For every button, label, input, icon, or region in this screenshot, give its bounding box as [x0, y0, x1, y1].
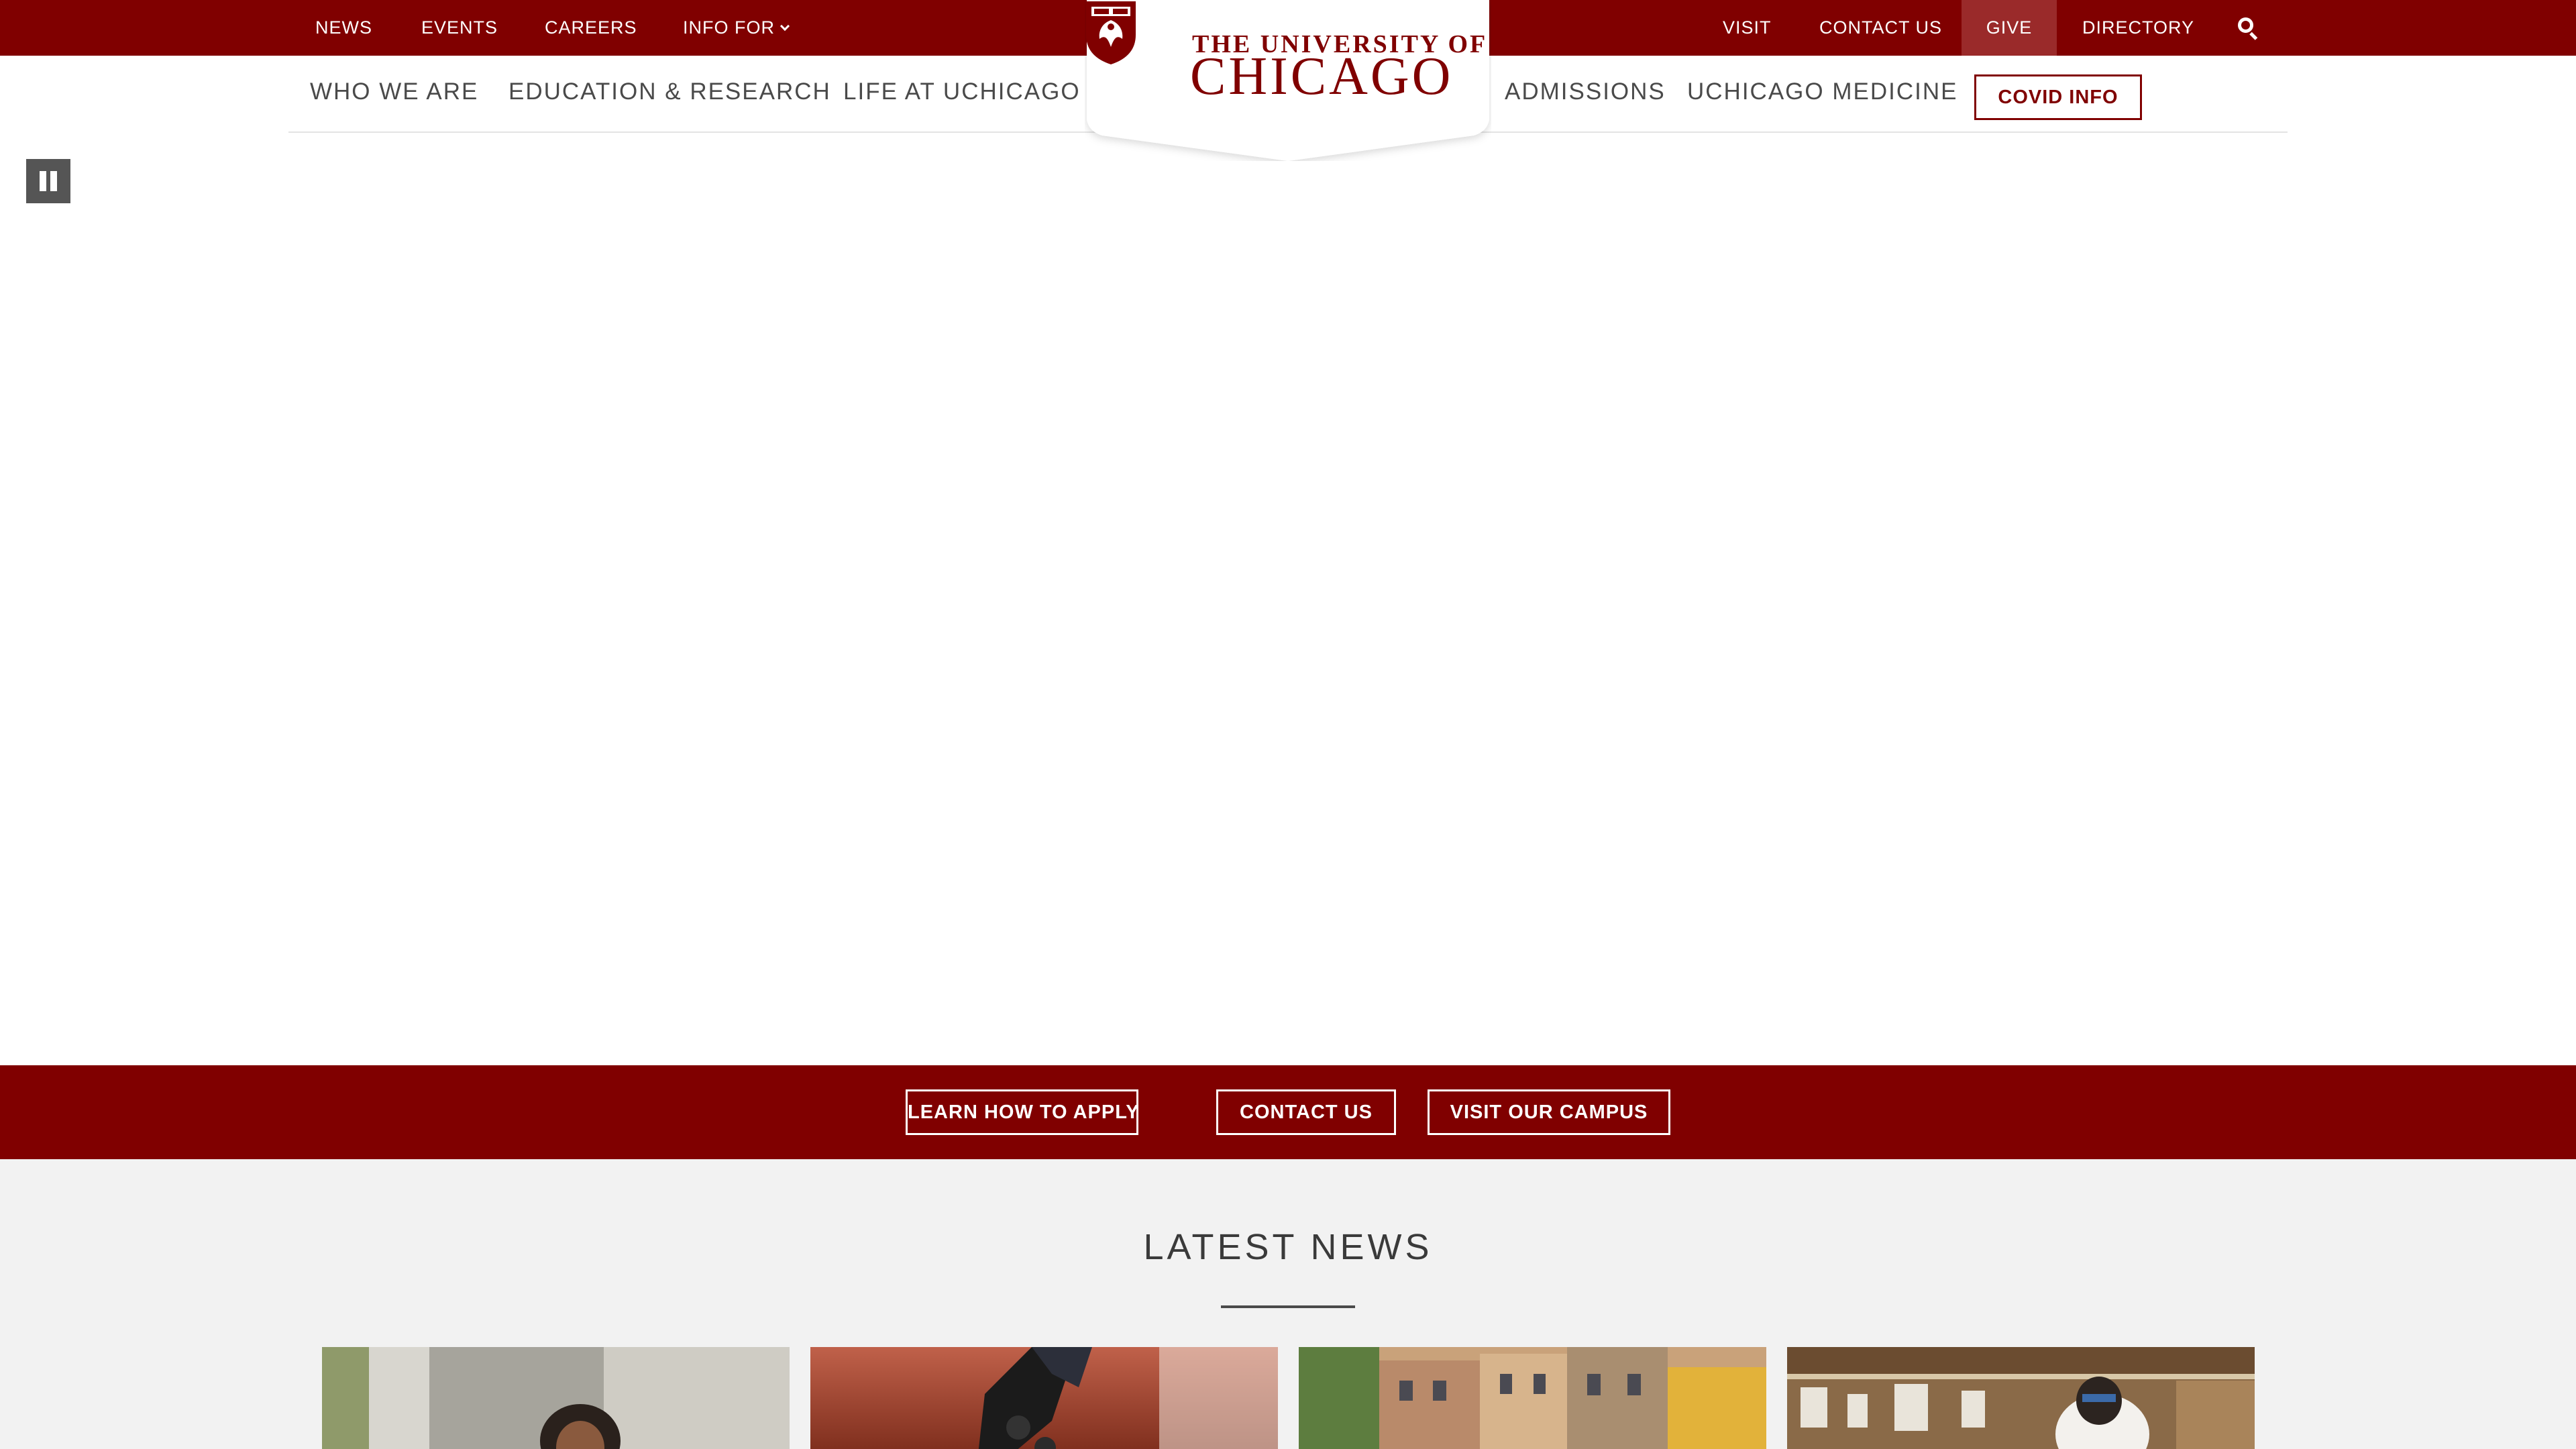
covid-info-button[interactable]: COVID INFO: [1974, 74, 2142, 120]
nav-who-we-are[interactable]: WHO WE ARE: [310, 75, 478, 109]
news-heading-rule: [1221, 1305, 1355, 1308]
util-give-link[interactable]: GIVE: [1962, 0, 2057, 56]
nav-uchicago-medicine[interactable]: UCHICAGO MEDICINE: [1687, 75, 1957, 109]
nav-education-research[interactable]: EDUCATION & RESEARCH: [508, 75, 831, 109]
util-directory-link[interactable]: DIRECTORY: [2082, 0, 2194, 56]
news-card-image[interactable]: [1787, 1347, 2255, 1449]
news-photo-lab: [1787, 1347, 2255, 1449]
university-logo[interactable]: THE UNIVERSITY OF CHICAGO: [1085, 0, 1491, 161]
news-card-image[interactable]: [810, 1347, 1278, 1449]
news-card-image[interactable]: [322, 1347, 790, 1449]
util-events-link[interactable]: EVENTS: [421, 0, 498, 56]
search-icon[interactable]: [2238, 17, 2259, 40]
util-contact-link[interactable]: CONTACT US: [1819, 0, 1942, 56]
util-news-link[interactable]: NEWS: [315, 0, 372, 56]
chevron-down-icon: [780, 21, 790, 32]
news-card-image[interactable]: [1299, 1347, 1766, 1449]
cta-band: LEARN HOW TO APPLY CONTACT US VISIT OUR …: [0, 1065, 2576, 1159]
news-photo-street: [1299, 1347, 1766, 1449]
pause-icon[interactable]: [26, 159, 70, 203]
news-photo-person: [322, 1347, 790, 1449]
logo-line-2: CHICAGO: [1190, 47, 1454, 106]
util-info-for-label: INFO FOR: [683, 17, 775, 38]
latest-news-section: LATEST NEWS: [0, 1159, 2576, 1449]
util-info-for-dropdown[interactable]: INFO FOR: [683, 0, 790, 56]
visit-our-campus-button[interactable]: VISIT OUR CAMPUS: [1428, 1089, 1670, 1135]
nav-life-at-uchicago[interactable]: LIFE AT UCHICAGO: [843, 75, 1081, 109]
contact-us-button[interactable]: CONTACT US: [1216, 1089, 1396, 1135]
nav-admissions[interactable]: ADMISSIONS: [1505, 75, 1666, 109]
news-heading: LATEST NEWS: [1143, 1227, 1433, 1267]
learn-how-to-apply-button[interactable]: LEARN HOW TO APPLY: [906, 1089, 1139, 1135]
crest-icon: [1086, 1, 1136, 64]
util-visit-link[interactable]: VISIT: [1723, 0, 1772, 56]
util-careers-link[interactable]: CAREERS: [545, 0, 637, 56]
news-photo-spacecraft: [810, 1347, 1278, 1449]
